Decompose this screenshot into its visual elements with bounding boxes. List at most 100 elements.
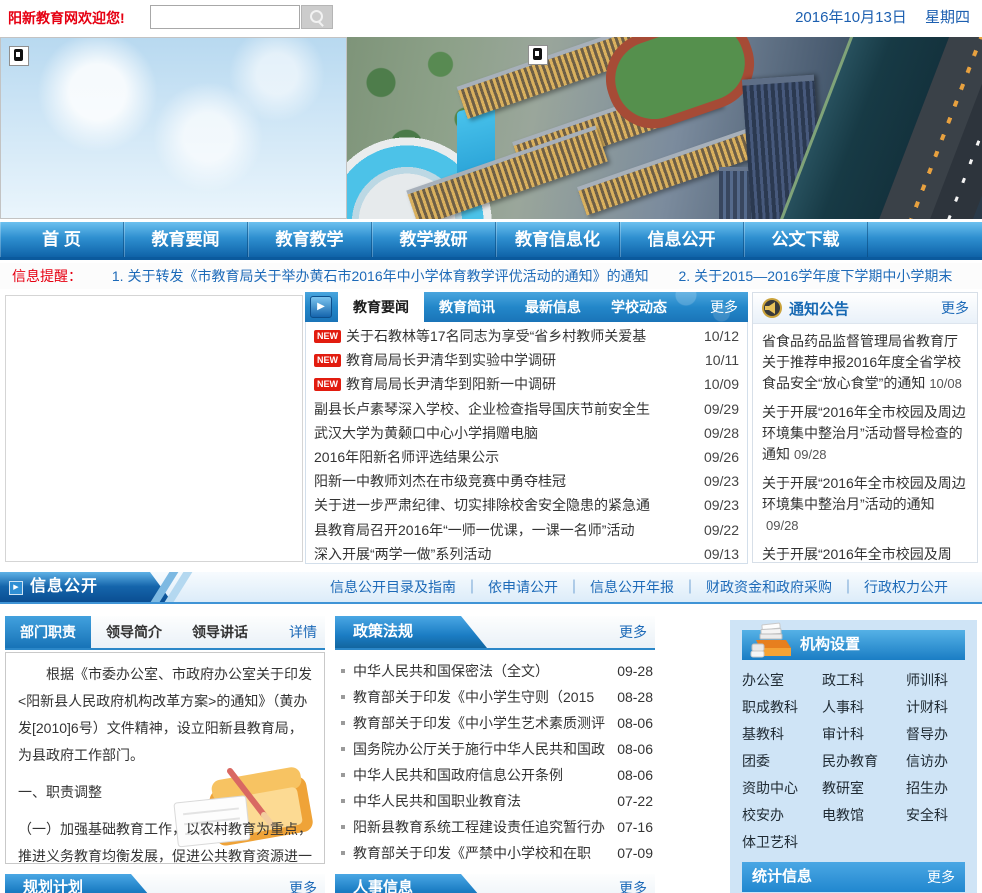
news-item: NEW 关于石教林等17名同志为享受“省乡村教师关爱基 10/12 bbox=[314, 324, 739, 348]
org-link[interactable]: 政工科 bbox=[822, 667, 906, 694]
notice-item[interactable]: 关于开展“2016年全市校园及周边环境集中整治月”活动督导检查的通知 09/28 bbox=[762, 402, 968, 465]
news-item-date: 10/12 bbox=[703, 328, 739, 345]
dept-detail-link[interactable]: 详情 bbox=[289, 622, 325, 642]
nav-item[interactable]: 教育信息化 bbox=[496, 222, 620, 257]
tab-edu-news[interactable]: 教育要闻 bbox=[338, 292, 424, 322]
policy-item: 国务院办公厅关于施行中华人民共和国政 08-06 bbox=[337, 736, 653, 762]
org-link[interactable]: 安全科 bbox=[906, 802, 965, 829]
org-link[interactable]: 办公室 bbox=[742, 667, 822, 694]
news-item-date: 09/23 bbox=[703, 473, 739, 490]
band-link[interactable]: 财政资金和政府采购 bbox=[674, 579, 832, 595]
policy-item-title[interactable]: 阳新县教育系统工程建设责任追究暂行办 bbox=[353, 817, 609, 837]
page: 阳新教育网欢迎您! 2016年10月13日 星期四 首 页 教育要闻 教育教学 … bbox=[0, 0, 982, 893]
hr-section-tab[interactable]: 人事信息 bbox=[335, 874, 485, 893]
ticker-link[interactable]: 1. 关于转发《市教育局关于举办黄石市2016年中小学体育教学评优活动的通知》的… bbox=[112, 268, 649, 284]
new-badge: NEW bbox=[314, 329, 341, 343]
news-item: 关于进一步严肃纪律、切实排除校舍安全隐患的紧急通 09/23 bbox=[314, 493, 739, 517]
policy-item-title[interactable]: 中华人民共和国政府信息公开条例 bbox=[353, 765, 609, 785]
notice-item[interactable]: 省食品药品监督管理局省教育厅关于推荐申报2016年度全省学校食品安全“放心食堂”… bbox=[762, 331, 968, 394]
org-link[interactable]: 信访办 bbox=[906, 748, 965, 775]
notice-item[interactable]: 关于开展“2016年全市校园及周边环境集中整治月”活动的通知09/28 bbox=[762, 473, 968, 536]
ticker-link[interactable]: 2. 关于2015—2016学年度下学期中小学期末 bbox=[679, 268, 953, 284]
policy-item-date: 08-06 bbox=[617, 715, 653, 731]
policy-item-title[interactable]: 教育部关于印发《中小学生守则（2015 bbox=[353, 687, 609, 707]
org-link[interactable]: 督导办 bbox=[906, 721, 965, 748]
org-link[interactable]: 校安办 bbox=[742, 802, 822, 829]
plan-more-link[interactable]: 更多 bbox=[289, 874, 317, 893]
plan-section-header: 规划计划 更多 bbox=[5, 874, 325, 893]
tab-latest-info[interactable]: 最新信息 bbox=[510, 292, 596, 322]
org-link[interactable]: 教研室 bbox=[822, 775, 906, 802]
org-link[interactable]: 计财科 bbox=[906, 694, 965, 721]
search-button[interactable] bbox=[301, 5, 333, 29]
news-item-title[interactable]: 阳新一中教师刘杰在市级竞赛中勇夺桂冠 bbox=[314, 471, 694, 491]
policy-item-title[interactable]: 中华人民共和国保密法（全文） bbox=[353, 661, 609, 681]
news-item-date: 09/29 bbox=[703, 400, 739, 417]
news-item-title[interactable]: 教育局局长尹清华到实验中学调研 bbox=[346, 350, 695, 370]
policy-tab[interactable]: 政策法规 bbox=[335, 616, 487, 648]
department-column: 部门职责 领导简介 领导讲话 详情 根据《市委办公室、市政府办公室关于印发<阳新… bbox=[5, 616, 325, 893]
band-link[interactable]: 行政权力公开 bbox=[832, 579, 948, 595]
org-link[interactable]: 资助中心 bbox=[742, 775, 822, 802]
tab-dept-duties[interactable]: 部门职责 bbox=[5, 616, 91, 648]
policy-item-title[interactable]: 教育部关于印发《严禁中小学校和在职 bbox=[353, 843, 609, 863]
band-link[interactable]: 信息公开年报 bbox=[558, 579, 674, 595]
org-link[interactable]: 招生办 bbox=[906, 775, 965, 802]
org-link[interactable]: 审计科 bbox=[822, 721, 906, 748]
policy-item-title[interactable]: 国务院办公厅关于施行中华人民共和国政 bbox=[353, 739, 609, 759]
news-item-title[interactable]: 教育局局长尹清华到阳新一中调研 bbox=[346, 374, 694, 394]
top-bar: 阳新教育网欢迎您! 2016年10月13日 星期四 bbox=[0, 0, 982, 36]
news-item-title[interactable]: 关于进一步严肃纪律、切实排除校舍安全隐患的紧急通 bbox=[314, 495, 694, 515]
play-icon[interactable]: ▶ bbox=[310, 296, 332, 318]
org-link[interactable]: 民办教育 bbox=[822, 748, 906, 775]
org-link[interactable]: 人事科 bbox=[822, 694, 906, 721]
notice-item[interactable]: 关于开展“2016年全市校园及周 bbox=[762, 544, 968, 562]
bullet-icon bbox=[341, 851, 345, 855]
news-item-title[interactable]: 深入开展“两学一做”系列活动 bbox=[314, 544, 694, 563]
stats-more-link[interactable]: 更多 bbox=[927, 862, 955, 892]
policy-item-date: 07-22 bbox=[617, 793, 653, 809]
tab-school-updates[interactable]: 学校动态 bbox=[596, 292, 682, 322]
hr-more-link[interactable]: 更多 bbox=[619, 874, 647, 893]
policy-list: 中华人民共和国保密法（全文） 09-28 教育部关于印发《中小学生守则（2015… bbox=[335, 650, 655, 866]
notice-more-link[interactable]: 更多 bbox=[941, 298, 969, 318]
new-badge: NEW bbox=[314, 377, 341, 391]
news-item-title[interactable]: 县教育局召开2016年“一师一优课，一课一名师”活动 bbox=[314, 520, 694, 540]
policy-more-link[interactable]: 更多 bbox=[619, 616, 647, 648]
nav-item[interactable]: 首 页 bbox=[0, 222, 124, 257]
policy-item: 阳新县教育系统工程建设责任追究暂行办 07-16 bbox=[337, 814, 653, 840]
org-link[interactable]: 体卫艺科 bbox=[742, 829, 822, 856]
policy-item-title[interactable]: 中华人民共和国职业教育法 bbox=[353, 791, 609, 811]
plan-section-tab[interactable]: 规划计划 bbox=[5, 874, 155, 893]
org-link[interactable]: 师训科 bbox=[906, 667, 965, 694]
org-link[interactable]: 基教科 bbox=[742, 721, 822, 748]
org-link[interactable]: 职成教科 bbox=[742, 694, 822, 721]
band-link[interactable]: 信息公开目录及指南 bbox=[330, 579, 456, 595]
nav-item[interactable]: 教育要闻 bbox=[124, 222, 248, 257]
org-link[interactable]: 团委 bbox=[742, 748, 822, 775]
news-item-title[interactable]: 2016年阳新名师评选结果公示 bbox=[314, 447, 694, 467]
tab-leader-profiles[interactable]: 领导简介 bbox=[91, 616, 177, 648]
nav-item[interactable]: 信息公开 bbox=[620, 222, 744, 257]
news-item-date: 09/26 bbox=[703, 449, 739, 466]
tab-leader-speeches[interactable]: 领导讲话 bbox=[177, 616, 263, 648]
nav-item[interactable]: 教学教研 bbox=[372, 222, 496, 257]
bullet-icon bbox=[341, 747, 345, 751]
policy-item-title[interactable]: 教育部关于印发《中小学生艺术素质测评 bbox=[353, 713, 609, 733]
nav-item[interactable]: 教育教学 bbox=[248, 222, 372, 257]
welcome-text: 阳新教育网欢迎您! bbox=[8, 10, 125, 26]
news-item-title[interactable]: 武汉大学为黄颡口中心小学捐赠电脑 bbox=[314, 423, 694, 443]
flash-placeholder-icon bbox=[528, 45, 548, 65]
dept-paragraph: （一）加强基础教育工作，以农村教育为重点，推进义务教育均衡发展，促进公共教育资源… bbox=[18, 821, 312, 864]
news-more-link[interactable]: 更多 bbox=[710, 297, 748, 317]
notice-header: 通知公告 更多 bbox=[753, 293, 977, 324]
band-link[interactable]: 依申请公开 bbox=[456, 579, 558, 595]
org-link[interactable]: 电教馆 bbox=[822, 802, 906, 829]
nav-item[interactable]: 公文下载 bbox=[744, 222, 868, 257]
policy-item-date: 08-06 bbox=[617, 741, 653, 757]
news-item-title[interactable]: 关于石教林等17名同志为享受“省乡村教师关爱基 bbox=[346, 326, 694, 346]
news-item-title[interactable]: 副县长卢素琴深入学校、企业检查指导国庆节前安全生 bbox=[314, 399, 694, 419]
search-input[interactable] bbox=[150, 5, 300, 29]
tab-edu-briefs[interactable]: 教育简讯 bbox=[424, 292, 510, 322]
policy-item: 中华人民共和国职业教育法 07-22 bbox=[337, 788, 653, 814]
